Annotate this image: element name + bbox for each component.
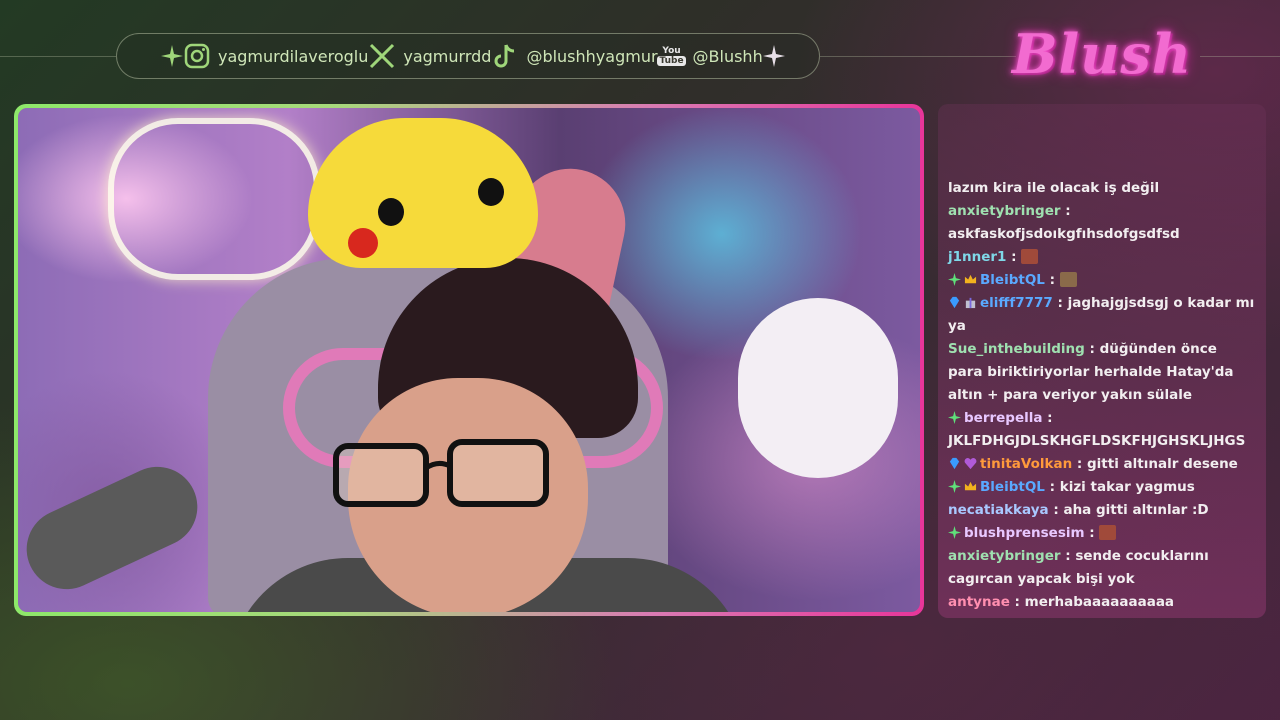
instagram-icon [183,42,211,70]
chat-username[interactable]: necatiakkaya [948,502,1049,518]
chat-username[interactable]: j1nner1 [948,249,1006,265]
chat-username[interactable]: blushprensesim [964,525,1085,541]
sparkle-icon [161,45,183,67]
blush-logo: Blush [1011,22,1193,86]
crown-badge-icon [964,271,977,284]
emote-icon [1021,249,1039,264]
webcam-frame [14,104,924,616]
heart-badge-icon [964,455,977,470]
chat-username[interactable]: anxietybringer [948,548,1061,564]
social-tiktok[interactable]: @blushhyagmur [491,42,658,70]
x-handle: yagmurrdd [403,46,492,66]
instagram-handle: yagmurdilaveroglu [218,46,369,66]
gem-badge-icon [948,455,961,470]
neon-sign [108,118,320,280]
youtube-handle: @Blushh [692,46,763,66]
sparkle-icon [762,45,785,67]
chat-username[interactable]: BleibtQL [980,479,1045,495]
chat-separator: : [1052,295,1068,311]
chat-text: kizi takar yagmus [1059,479,1195,495]
chat-text: gitti altınalr desene [1087,456,1238,472]
x-icon [368,42,396,70]
gem-badge-icon [948,294,961,309]
chat-text: merhabaaaaaaaaaa [1024,594,1175,610]
glasses-shape [333,439,549,507]
chat-message: BleibtQL : [948,269,1256,292]
chat-text: lazım kira ile olacak iş değil [948,180,1160,196]
chat-message: elifff7777 : jaghajgjsdsgj o kadar mı ya [948,292,1256,338]
chat-separator: : [1044,479,1060,495]
chat-separator: : [1044,272,1060,288]
chat-username[interactable]: tinitaVolkan [980,456,1072,472]
chat-username[interactable]: antynae [948,594,1010,610]
chat-separator: : [1060,548,1076,564]
chat-message: tinitaVolkan : gitti altınalr desene [948,453,1256,476]
chat-username[interactable]: anxietybringer [948,203,1061,219]
chat-separator: : [1084,341,1100,357]
crown-badge-icon [964,478,977,491]
chat-panel: lazım kira ile olacak iş değil anxietybri… [938,104,1266,618]
chat-separator: : [1042,410,1053,426]
youtube-icon: You Tube [657,46,686,66]
chat-text: askfaskofjsdoıkgfıhsdofgsdfsd [948,226,1180,242]
emote-icon [1059,272,1077,287]
chat-message: anxietybringer : sende cocuklarını cagır… [948,545,1256,591]
social-x[interactable]: yagmurrdd [368,42,491,70]
chat-separator: : [1009,594,1025,610]
chat-separator: : [1060,203,1071,219]
chat-list: lazım kira ile olacak iş değil anxietybri… [948,177,1256,614]
chat-message: anxietybringer : askfaskofjsdoıkgfıhsdof… [948,200,1256,246]
chat-message: Sue_inthebuilding : düğünden önce para b… [948,338,1256,407]
chat-message: lazım kira ile olacak iş değil [948,177,1256,200]
tiktok-icon [491,42,519,70]
chat-separator: : [1072,456,1088,472]
chat-message: j1nner1 : [948,246,1256,269]
socials-bar: yagmurdilaveroglu yagmurrdd @blushhyagmu… [116,33,820,79]
chat-username[interactable]: Sue_inthebuilding [948,341,1085,357]
microphone [18,453,211,603]
social-instagram[interactable]: yagmurdilaveroglu [183,42,368,70]
chat-message: blushprensesim : [948,522,1256,545]
sparkle-badge-icon [948,409,961,424]
social-youtube[interactable]: You Tube @Blushh [657,42,763,70]
chat-text: aha gitti altınlar :D [1063,502,1209,518]
chat-username[interactable]: BleibtQL [980,272,1045,288]
chat-username[interactable]: elifff7777 [980,295,1053,311]
gift-badge-icon [964,294,977,309]
sparkle-badge-icon [948,271,961,286]
chat-message: necatiakkaya : aha gitti altınlar :D [948,499,1256,522]
chat-separator: : [1084,525,1100,541]
deco-line-left [0,56,116,57]
chat-message: berrepella : JKLFDHGJDLSKHGFLDSKFHJGHSKL… [948,407,1256,453]
tiktok-handle: @blushhyagmur [526,46,658,66]
chat-username[interactable]: berrepella [964,410,1042,426]
webcam-feed [18,108,920,612]
emote-icon [1099,525,1117,540]
deco-line-middle [820,56,1016,57]
deco-line-right [1200,56,1280,57]
unicorn-plush [738,298,898,478]
chat-separator: : [1048,502,1064,518]
chat-text: JKLFDHGJDLSKHGFLDSKFHJGHSKLJHGS [948,433,1246,449]
sparkle-badge-icon [948,524,961,539]
chat-message: antynae : merhabaaaaaaaaaa [948,591,1256,614]
chat-separator: : [1006,249,1022,265]
pikachu-plush [308,118,538,268]
sparkle-badge-icon [948,478,961,493]
chat-message: BleibtQL : kizi takar yagmus [948,476,1256,499]
